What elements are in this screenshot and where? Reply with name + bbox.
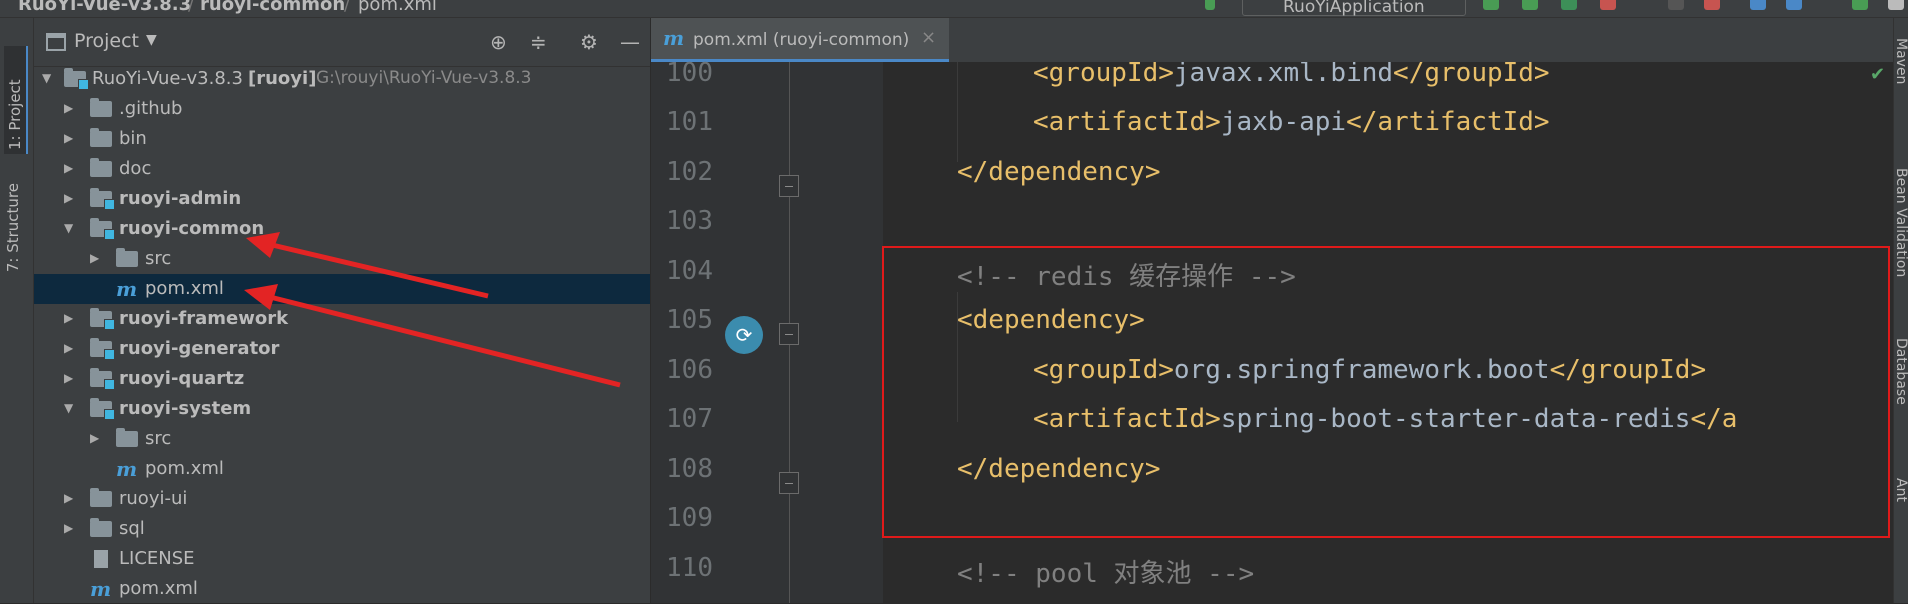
annotation-arrows xyxy=(244,232,621,388)
annotation-arrow xyxy=(244,284,621,388)
annotation-arrow xyxy=(246,232,489,299)
